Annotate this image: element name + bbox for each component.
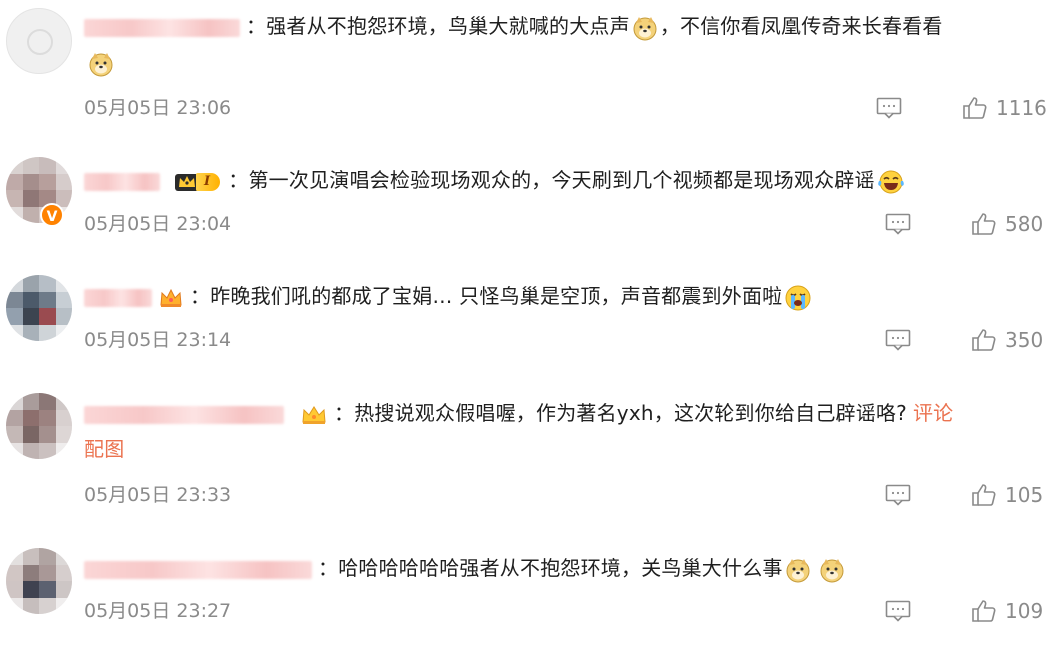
username-blurred[interactable] bbox=[84, 560, 312, 579]
image-link-part2: 配图 bbox=[84, 437, 125, 461]
thumbs-up-icon bbox=[972, 329, 996, 351]
comment-timestamp: 05月05日 23:06 bbox=[84, 97, 232, 119]
crown-level-badge[interactable]: I bbox=[174, 171, 221, 193]
comment-text: 第一次见演唱会检验现场观众的，今天刷到几个视频都是现场观众辟谣 bbox=[248, 168, 875, 192]
like-button[interactable]: 1116 bbox=[962, 96, 1047, 120]
comment-text: 昨晚我们吼的都成了宝娟… 只怪鸟巢是空顶，声音都震到外面啦 bbox=[210, 284, 783, 308]
comment-timestamp: 05月05日 23:27 bbox=[84, 600, 232, 622]
thumbs-up-icon bbox=[972, 600, 996, 622]
reply-icon[interactable] bbox=[885, 484, 911, 506]
comment-text: 热搜说观众假唱喔，作为著名yxh，这次轮到你给自己辟谣咯? bbox=[354, 401, 907, 425]
comment-body: I ：第一次见演唱会检验现场观众的，今天刷到几个视频都是现场观众辟谣 bbox=[84, 162, 1041, 198]
comment-colon: ： bbox=[318, 556, 339, 580]
like-count: 580 bbox=[1005, 212, 1044, 236]
comment-colon: ： bbox=[334, 401, 355, 425]
thumbs-up-icon bbox=[963, 97, 987, 119]
avatar[interactable] bbox=[6, 275, 72, 341]
thumbs-up-icon bbox=[972, 213, 996, 235]
reply-icon[interactable] bbox=[876, 97, 902, 119]
comment-text: 强者从不抱怨环境，鸟巢大就喊的大点声 bbox=[266, 14, 630, 38]
comment-body: ：热搜说观众假唱喔，作为著名yxh，这次轮到你给自己辟谣咯? 评论配图 bbox=[84, 395, 1041, 467]
comment-body: ：昨晚我们吼的都成了宝娟… 只怪鸟巢是空顶，声音都震到外面啦 bbox=[84, 278, 1041, 314]
crown-icon[interactable] bbox=[300, 404, 328, 426]
comment-timestamp: 05月05日 23:04 bbox=[84, 213, 232, 235]
comment-timestamp: 05月05日 23:14 bbox=[84, 329, 232, 351]
username-blurred[interactable] bbox=[84, 18, 240, 37]
username-blurred[interactable] bbox=[84, 405, 284, 424]
like-button[interactable]: 109 bbox=[971, 599, 1043, 623]
username-blurred[interactable] bbox=[84, 172, 160, 191]
thumbs-up-icon bbox=[972, 484, 996, 506]
avatar[interactable] bbox=[6, 393, 72, 459]
doge-emoji-icon bbox=[786, 558, 810, 582]
like-count: 109 bbox=[1005, 599, 1044, 623]
crown-icon[interactable] bbox=[158, 287, 184, 309]
username-blurred[interactable] bbox=[84, 288, 152, 307]
reply-icon[interactable] bbox=[885, 213, 911, 235]
reply-icon[interactable] bbox=[885, 329, 911, 351]
comment-body: ：哈哈哈哈哈哈强者从不抱怨环境，关鸟巢大什么事 bbox=[84, 550, 1041, 586]
comment-text-continued: ，不信你看凤凰传奇来长春看看 bbox=[659, 14, 943, 38]
doge-emoji-icon bbox=[89, 52, 113, 76]
like-button[interactable]: 350 bbox=[971, 328, 1043, 352]
comment-timestamp: 05月05日 23:33 bbox=[84, 484, 232, 506]
doge-emoji-icon bbox=[633, 16, 657, 40]
like-button[interactable]: 580 bbox=[971, 212, 1043, 236]
level-label: I bbox=[196, 172, 221, 191]
like-button[interactable]: 105 bbox=[971, 483, 1043, 507]
image-link-part1: 评论 bbox=[912, 401, 954, 425]
crying-emoji-icon bbox=[785, 285, 811, 310]
comment-colon: ： bbox=[228, 168, 249, 192]
comment-colon: ： bbox=[190, 284, 211, 308]
verified-badge: V bbox=[40, 203, 64, 227]
comment-colon: ： bbox=[246, 14, 267, 38]
like-count: 350 bbox=[1005, 328, 1044, 352]
avatar[interactable] bbox=[6, 548, 72, 614]
like-count: 1116 bbox=[996, 96, 1047, 120]
avatar[interactable] bbox=[6, 8, 72, 74]
reply-icon[interactable] bbox=[885, 600, 911, 622]
comment-text: 哈哈哈哈哈哈强者从不抱怨环境，关鸟巢大什么事 bbox=[338, 556, 783, 580]
like-count: 105 bbox=[1005, 483, 1044, 507]
doge-emoji-icon bbox=[820, 558, 844, 582]
laugh-cry-emoji-icon bbox=[877, 170, 904, 193]
comment-body: ：强者从不抱怨环境，鸟巢大就喊的大点声 ，不信你看凤凰传奇来长春看看 bbox=[84, 8, 1041, 80]
